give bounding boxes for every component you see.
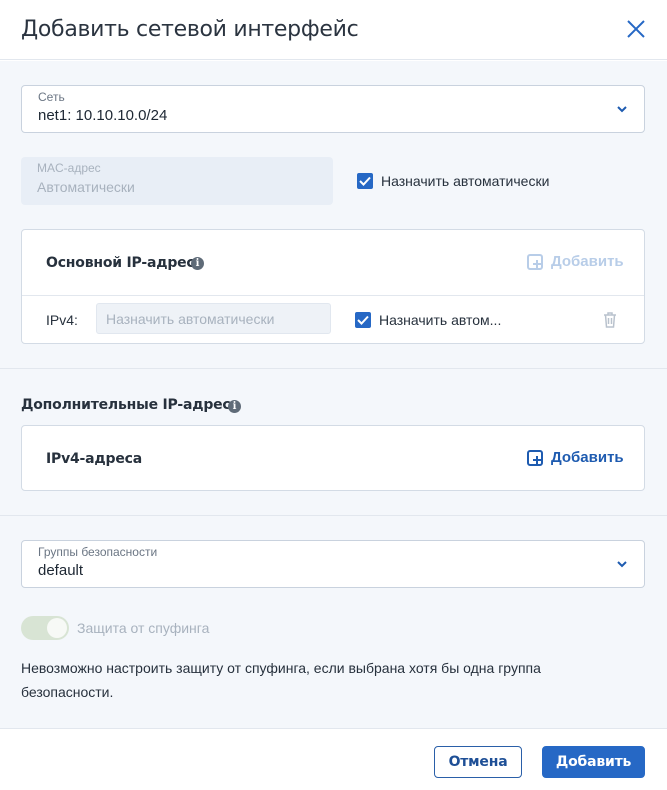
additional-ip-heading: Дополнительные IP-адреса: [21, 397, 240, 413]
security-groups-value: default: [38, 562, 84, 579]
info-icon[interactable]: [228, 400, 241, 413]
section-separator: [0, 515, 667, 516]
mac-address-field: MAC-адрес Автоматически: [21, 157, 333, 205]
mac-auto-checkbox[interactable]: [357, 173, 373, 189]
close-icon[interactable]: [625, 18, 647, 40]
security-groups-label: Группы безопасности: [38, 545, 158, 559]
additional-ip-add-label: Добавить: [551, 449, 624, 466]
card-divider: [22, 295, 644, 296]
ipv4-addresses-heading: IPv4-адреса: [46, 451, 142, 467]
ipv4-auto-label: Назначить автом...: [379, 312, 502, 328]
plus-square-icon: [527, 450, 543, 466]
primary-ip-card: Основной IP-адрес Добавить IPv4: Назначи…: [21, 229, 645, 344]
dialog-title: Добавить сетевой интерфейс: [21, 17, 359, 42]
add-button[interactable]: Добавить: [542, 746, 645, 778]
security-groups-select[interactable]: Группы безопасности default: [21, 540, 645, 588]
check-icon: [357, 315, 369, 325]
ipv4-input[interactable]: Назначить автоматически: [96, 303, 331, 334]
chevron-down-icon: [617, 106, 627, 113]
mac-address-value: Автоматически: [37, 179, 135, 195]
dialog-footer: Отмена Добавить: [0, 728, 667, 790]
mac-address-label: MAC-адрес: [37, 161, 101, 175]
dialog-body: Сеть net1: 10.10.10.0/24 MAC-адрес Автом…: [0, 61, 667, 728]
ipv4-label: IPv4:: [46, 312, 78, 328]
spoofing-label: Защита от спуфинга: [77, 620, 210, 636]
additional-ip-add-button[interactable]: Добавить: [527, 448, 627, 468]
primary-ip-add-label: Добавить: [551, 253, 624, 270]
network-select-label: Сеть: [38, 90, 65, 104]
trash-icon[interactable]: [602, 311, 618, 329]
check-icon: [359, 176, 371, 186]
chevron-down-icon: [617, 561, 627, 568]
toggle-knob: [47, 618, 67, 638]
dialog-header: Добавить сетевой интерфейс: [0, 0, 667, 60]
section-separator: [0, 368, 667, 369]
info-icon[interactable]: [191, 257, 204, 270]
plus-square-icon: [527, 254, 543, 270]
ipv4-auto-checkbox[interactable]: [355, 312, 371, 328]
primary-ip-heading: Основной IP-адрес: [46, 255, 195, 271]
spoofing-toggle[interactable]: [21, 616, 69, 640]
mac-auto-label: Назначить автоматически: [381, 173, 550, 189]
additional-ip-card: IPv4-адреса Добавить: [21, 425, 645, 491]
primary-ip-add-button[interactable]: Добавить: [527, 252, 627, 272]
cancel-button[interactable]: Отмена: [434, 746, 522, 778]
network-select[interactable]: Сеть net1: 10.10.10.0/24: [21, 85, 645, 133]
network-select-value: net1: 10.10.10.0/24: [38, 107, 168, 124]
spoofing-note: Невозможно настроить защиту от спуфинга,…: [21, 660, 541, 700]
